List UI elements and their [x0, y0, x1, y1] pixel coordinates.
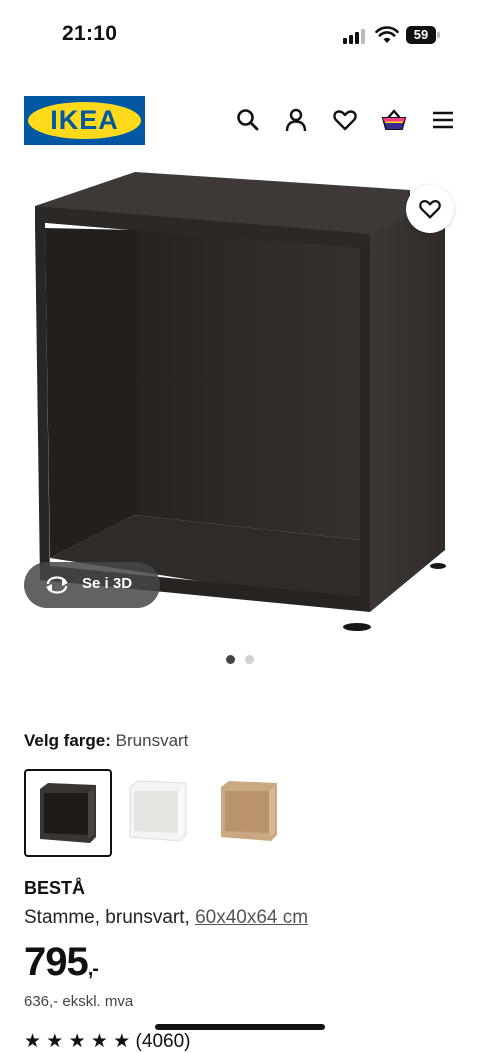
image-pagination — [0, 655, 480, 664]
view-3d-button[interactable]: Se i 3D — [24, 562, 160, 608]
color-selector-label: Velg farge: Brunsvart — [24, 731, 188, 751]
price-excl-vat: 636,- ekskl. mva — [24, 993, 134, 1010]
product-rating[interactable]: ★ ★ ★ ★ ★ (4060) — [24, 1030, 190, 1053]
heart-icon[interactable] — [332, 107, 358, 133]
view-3d-label: Se i 3D — [82, 575, 133, 592]
heart-icon — [419, 200, 441, 219]
status-bar: 21:10 59 — [0, 0, 480, 70]
basket-icon[interactable] — [381, 107, 407, 133]
wifi-icon — [375, 25, 399, 45]
menu-icon[interactable] — [430, 107, 456, 133]
pagination-dot-1[interactable] — [226, 655, 235, 664]
price-suffix: ,- — [87, 958, 99, 980]
swatch-cabinet-image — [129, 780, 187, 842]
product-dimensions-link[interactable]: 60x40x64 cm — [195, 907, 308, 928]
pagination-dot-2[interactable] — [245, 655, 254, 664]
product-description: Stamme, brunsvart, 60x40x64 cm — [24, 907, 308, 929]
color-label: Velg farge: — [24, 731, 111, 750]
search-icon[interactable] — [235, 107, 261, 133]
product-price: 795,- — [24, 940, 99, 985]
swatch-white[interactable] — [116, 769, 200, 853]
rotate-3d-icon — [46, 576, 68, 594]
signal-icon — [343, 28, 367, 44]
swatch-oak[interactable] — [207, 769, 291, 853]
header: IKEA — [0, 90, 480, 152]
logo-text: IKEA — [50, 105, 119, 135]
product-name: BESTÅ — [24, 878, 86, 898]
swatch-brunsvart[interactable] — [24, 769, 112, 857]
battery-icon: 59 — [406, 26, 436, 44]
price-main: 795 — [24, 940, 89, 984]
battery-tip — [437, 32, 440, 38]
status-time: 21:10 — [62, 22, 118, 45]
ikea-logo[interactable]: IKEA — [24, 96, 145, 145]
profile-icon[interactable] — [283, 107, 309, 133]
swatch-cabinet-image — [221, 781, 277, 841]
home-indicator — [155, 1024, 325, 1030]
product-type: Stamme, brunsvart, — [24, 907, 196, 928]
color-value: Brunsvart — [115, 731, 189, 750]
add-to-favourites-button[interactable] — [406, 185, 454, 233]
swatch-cabinet-image — [40, 783, 96, 843]
